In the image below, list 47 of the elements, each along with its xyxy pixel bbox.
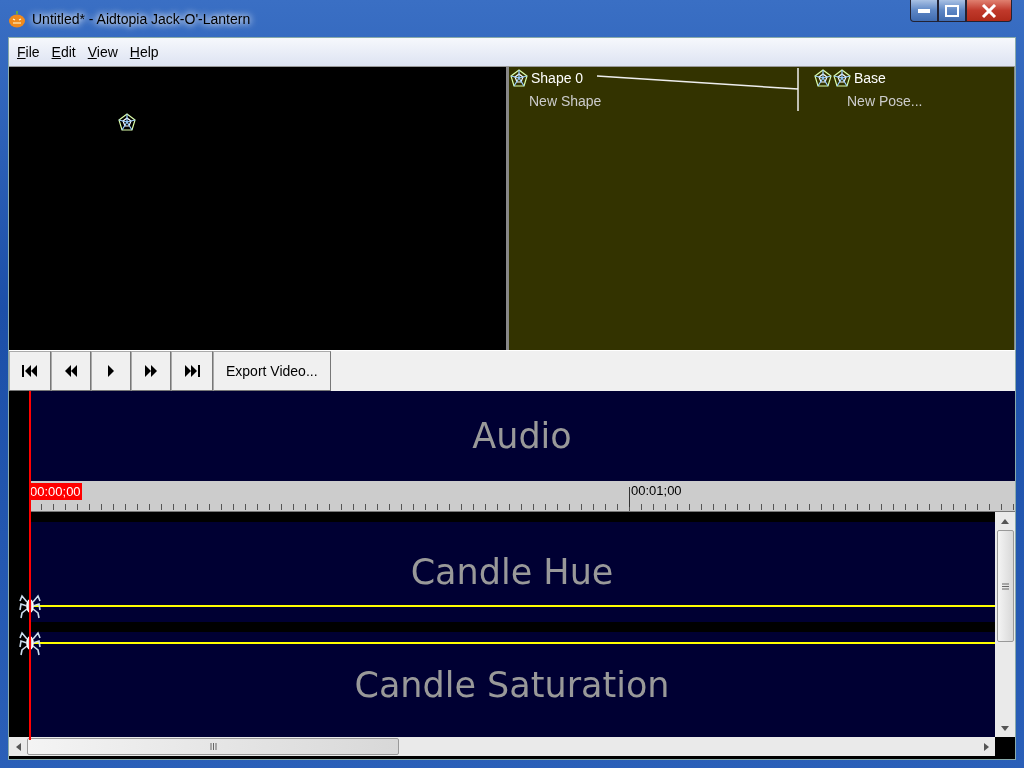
pose-node[interactable]: Base [854,70,886,86]
web-icon [833,69,851,87]
scroll-up-icon [1001,518,1009,524]
track-label: Candle Saturation [354,664,670,705]
web-icon [118,113,136,131]
export-video-button[interactable]: Export Video... [213,351,331,391]
menu-item[interactable]: View [81,44,124,60]
rewind-icon [64,364,78,378]
web-icon [510,69,528,87]
scroll-down-icon [1001,725,1009,731]
vertical-scrollbar[interactable] [995,512,1015,737]
menu-item[interactable]: Edit [45,44,82,60]
skip-to-start-button[interactable] [9,351,51,391]
web-icon [814,69,832,87]
maximize-icon [945,4,959,17]
grip-icon [209,743,217,750]
scroll-right-icon [983,742,989,751]
skip-to-end-icon [184,364,200,378]
maximize-button[interactable] [938,0,966,22]
window-title: Untitled* - Aidtopia Jack-O'-Lantern [32,10,251,27]
close-button[interactable] [966,0,1012,22]
minimize-button[interactable] [910,0,938,22]
minimize-icon [918,8,930,13]
pumpkin-icon [8,9,26,28]
track-label: Candle Hue [410,552,614,592]
scroll-thumb[interactable] [27,738,399,755]
playhead-time: 00:00;00 [29,483,82,500]
time-label: 00:01;00 [631,483,682,498]
play-button[interactable] [91,351,131,391]
new-pose-link[interactable]: New Pose... [847,93,923,109]
track-label: Audio [472,416,572,456]
new-shape-link[interactable]: New Shape [529,93,602,109]
scroll-thumb[interactable] [996,530,1014,642]
scroll-left-icon [15,742,21,751]
shape-node[interactable]: Shape 0 [531,70,584,86]
grip-icon [1001,582,1009,590]
fast-forward-button[interactable] [131,351,171,391]
skip-to-start-icon [22,364,38,378]
menu-item[interactable]: File [11,44,46,60]
fast-forward-icon [144,364,158,378]
skip-to-end-button[interactable] [171,351,213,391]
menu-item[interactable]: Help [123,44,165,60]
horizontal-scrollbar[interactable] [9,737,995,756]
minute-tick [629,487,630,507]
close-icon [981,3,997,18]
rewind-button[interactable] [51,351,91,391]
play-icon [107,364,115,378]
